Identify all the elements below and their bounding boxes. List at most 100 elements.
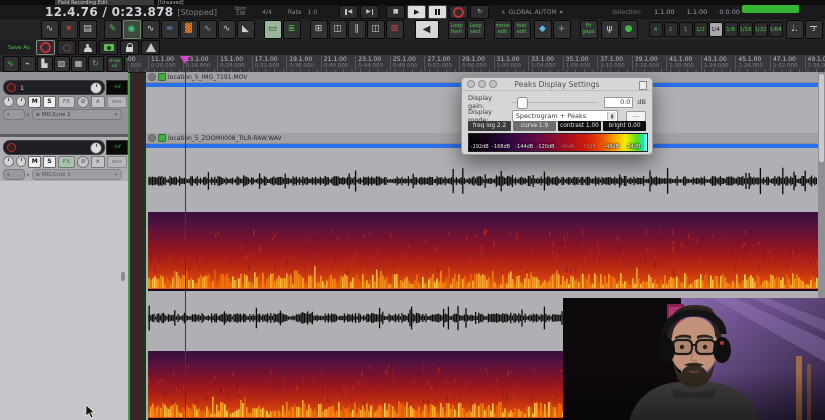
item-left-edge[interactable] [146, 148, 148, 420]
record-arm-icon[interactable] [7, 143, 16, 152]
figure-button[interactable]: ψ [600, 20, 619, 39]
pause-button[interactable] [428, 5, 448, 19]
bpm-display[interactable]: bpm 138 [235, 7, 246, 17]
fit-gaps-button[interactable]: Fit gaps [579, 20, 598, 39]
track-1-label[interactable]: 1 [20, 84, 90, 92]
save-as-button[interactable]: Save As [8, 45, 36, 51]
fade-button[interactable]: ◣ [236, 20, 255, 39]
global-automation[interactable]: ∧ GLOBAL AUTOM ▾ [501, 9, 562, 16]
track-2-name-bar[interactable] [3, 140, 105, 155]
peaks-mute-button[interactable]: ∿ [40, 20, 59, 39]
rate-value[interactable]: 1.0 [308, 9, 318, 16]
grid-1-32-button[interactable]: 1/32 [753, 22, 768, 37]
waveform-channel-1[interactable] [146, 162, 818, 200]
pin-add-button[interactable]: + [552, 20, 571, 39]
split-left-button[interactable]: ◫ [328, 20, 347, 39]
loop-tool-button[interactable]: ↻ [87, 55, 104, 72]
edit-waveform-button[interactable]: ✎ [103, 20, 122, 39]
spectrogram-channel-1[interactable] [146, 212, 818, 291]
grid-2-button[interactable]: 2 [663, 22, 678, 37]
spectral-peaks-button[interactable]: ◉ [122, 20, 141, 39]
record-arm-button[interactable] [36, 40, 55, 55]
timecode-display[interactable]: 12.4.76 / 0:23.878 [45, 5, 173, 19]
remove-item-button[interactable]: ⊠ [385, 20, 404, 39]
grid-1-16-button[interactable]: 1/16 [738, 22, 753, 37]
envelope-button[interactable]: env [106, 155, 127, 168]
record-alt-button[interactable] [57, 40, 76, 55]
loop-sect-button[interactable]: Loop sect [466, 20, 485, 39]
selection-end[interactable]: 1.1.00 [687, 8, 708, 16]
repeat-button[interactable]: ↻ [470, 5, 490, 19]
selection-length[interactable]: 0.0.00 [719, 8, 740, 16]
grid-4-button[interactable]: 4 [648, 22, 663, 37]
grid-1-button[interactable]: 1 [678, 22, 693, 37]
scrollbar-thumb[interactable] [819, 74, 824, 162]
pan-knob[interactable] [3, 156, 14, 167]
split-right-button[interactable]: ◫ [366, 20, 385, 39]
record-button[interactable] [449, 5, 469, 19]
crop-button[interactable]: ⊞ [309, 20, 328, 39]
grid-1-2-button[interactable]: 1/2 [693, 22, 708, 37]
razor-button[interactable]: ⌁ [19, 55, 36, 72]
bright-0-00-button[interactable]: bright 0.00 [603, 121, 646, 131]
volume-knob[interactable] [90, 81, 102, 94]
selection-start[interactable]: 1.1.00 [654, 8, 675, 16]
grid-1-4-button[interactable]: 1/4 [708, 22, 723, 37]
render-burst-button[interactable]: ☀ [59, 20, 78, 39]
sparkle-button[interactable]: ◆ [533, 20, 552, 39]
spectrogram-button[interactable]: ▓ [179, 20, 198, 39]
playhead-marker[interactable] [180, 56, 190, 64]
go-to-start-button[interactable]: ◀ [339, 5, 359, 19]
hand-tool-button[interactable]: ▙ [36, 55, 53, 72]
timeline-ruler[interactable]: 9.1.000:16.00011.1.000:20.00013.1.000:24… [128, 55, 825, 73]
volume-knob[interactable] [90, 141, 102, 154]
fx-button[interactable]: FX [57, 95, 76, 108]
grid-1-64-button[interactable]: 1/64 [768, 22, 783, 37]
playhead-line[interactable] [185, 55, 186, 420]
pan-knob[interactable] [3, 96, 14, 107]
contrast-1-00-button[interactable]: contrast 1.00 [558, 121, 601, 131]
phase-button[interactable]: ⊘ [77, 95, 89, 108]
waveform-button[interactable]: ∿ [141, 20, 160, 39]
solo-button[interactable]: S [43, 155, 56, 168]
waveform-blue-button[interactable]: ≈ [160, 20, 179, 39]
media-explorer-button[interactable]: ▤ [78, 20, 97, 39]
input-select[interactable]: ≡ MIC/Line 1 ▾ [31, 109, 122, 120]
corner-green-button[interactable] [742, 5, 799, 13]
input-mode-button[interactable]: ▾ [3, 169, 25, 180]
waveform-dim-button[interactable]: ∿ [198, 20, 217, 39]
video-monitor-button[interactable]: ▭ [263, 20, 282, 39]
fold-button[interactable]: ∧ [90, 155, 105, 168]
marquee-button[interactable]: ▨ [53, 55, 70, 72]
fold-button[interactable]: ∧ [90, 95, 105, 108]
grid-snap-button[interactable]: ▦ [70, 55, 87, 72]
grid-1-8-button[interactable]: 1/8 [723, 22, 738, 37]
mute-button[interactable]: M [28, 155, 42, 168]
fx-button[interactable]: FX [57, 155, 76, 168]
phase-button[interactable]: ⊘ [77, 155, 89, 168]
solo-button[interactable]: S [43, 95, 56, 108]
display-gain-slider[interactable] [511, 97, 598, 109]
move-edit-button[interactable]: move edit [493, 20, 512, 39]
back-button[interactable]: ◀ [414, 20, 439, 39]
spectrogram-color-scale[interactable]: -192dB -168dB -144dB -120dB -96dB -72dB -48dB -… [468, 133, 648, 152]
camera-button[interactable] [99, 40, 118, 55]
dotted-note-button[interactable]: ♩. [785, 20, 804, 39]
play-button[interactable]: ▶ [407, 5, 427, 19]
curve-1-9-button[interactable]: curve 1.9 [513, 121, 556, 131]
region-list-button[interactable]: ≣ [282, 20, 301, 39]
width-knob[interactable] [15, 96, 27, 107]
time-signature[interactable]: 4/4 [262, 9, 272, 16]
input-select[interactable]: ≡ MIC/Line 1 ▾ [31, 169, 122, 180]
mute-button[interactable]: M [28, 95, 42, 108]
more-options-button[interactable]: ... [626, 110, 646, 122]
show-all-button[interactable]: show all [106, 55, 123, 72]
track-1-name-bar[interactable]: 1 [3, 80, 105, 95]
metronome-button[interactable] [141, 40, 160, 55]
fast-edit-button[interactable]: fast edit [512, 20, 531, 39]
panel-scroll-handle[interactable] [121, 272, 125, 281]
stepper-icon[interactable]: ▲ ▼ [607, 112, 617, 120]
ball-button[interactable]: ● [619, 20, 638, 39]
lock-button[interactable] [120, 40, 139, 55]
peaks-view-button[interactable]: ∿ [2, 55, 19, 72]
